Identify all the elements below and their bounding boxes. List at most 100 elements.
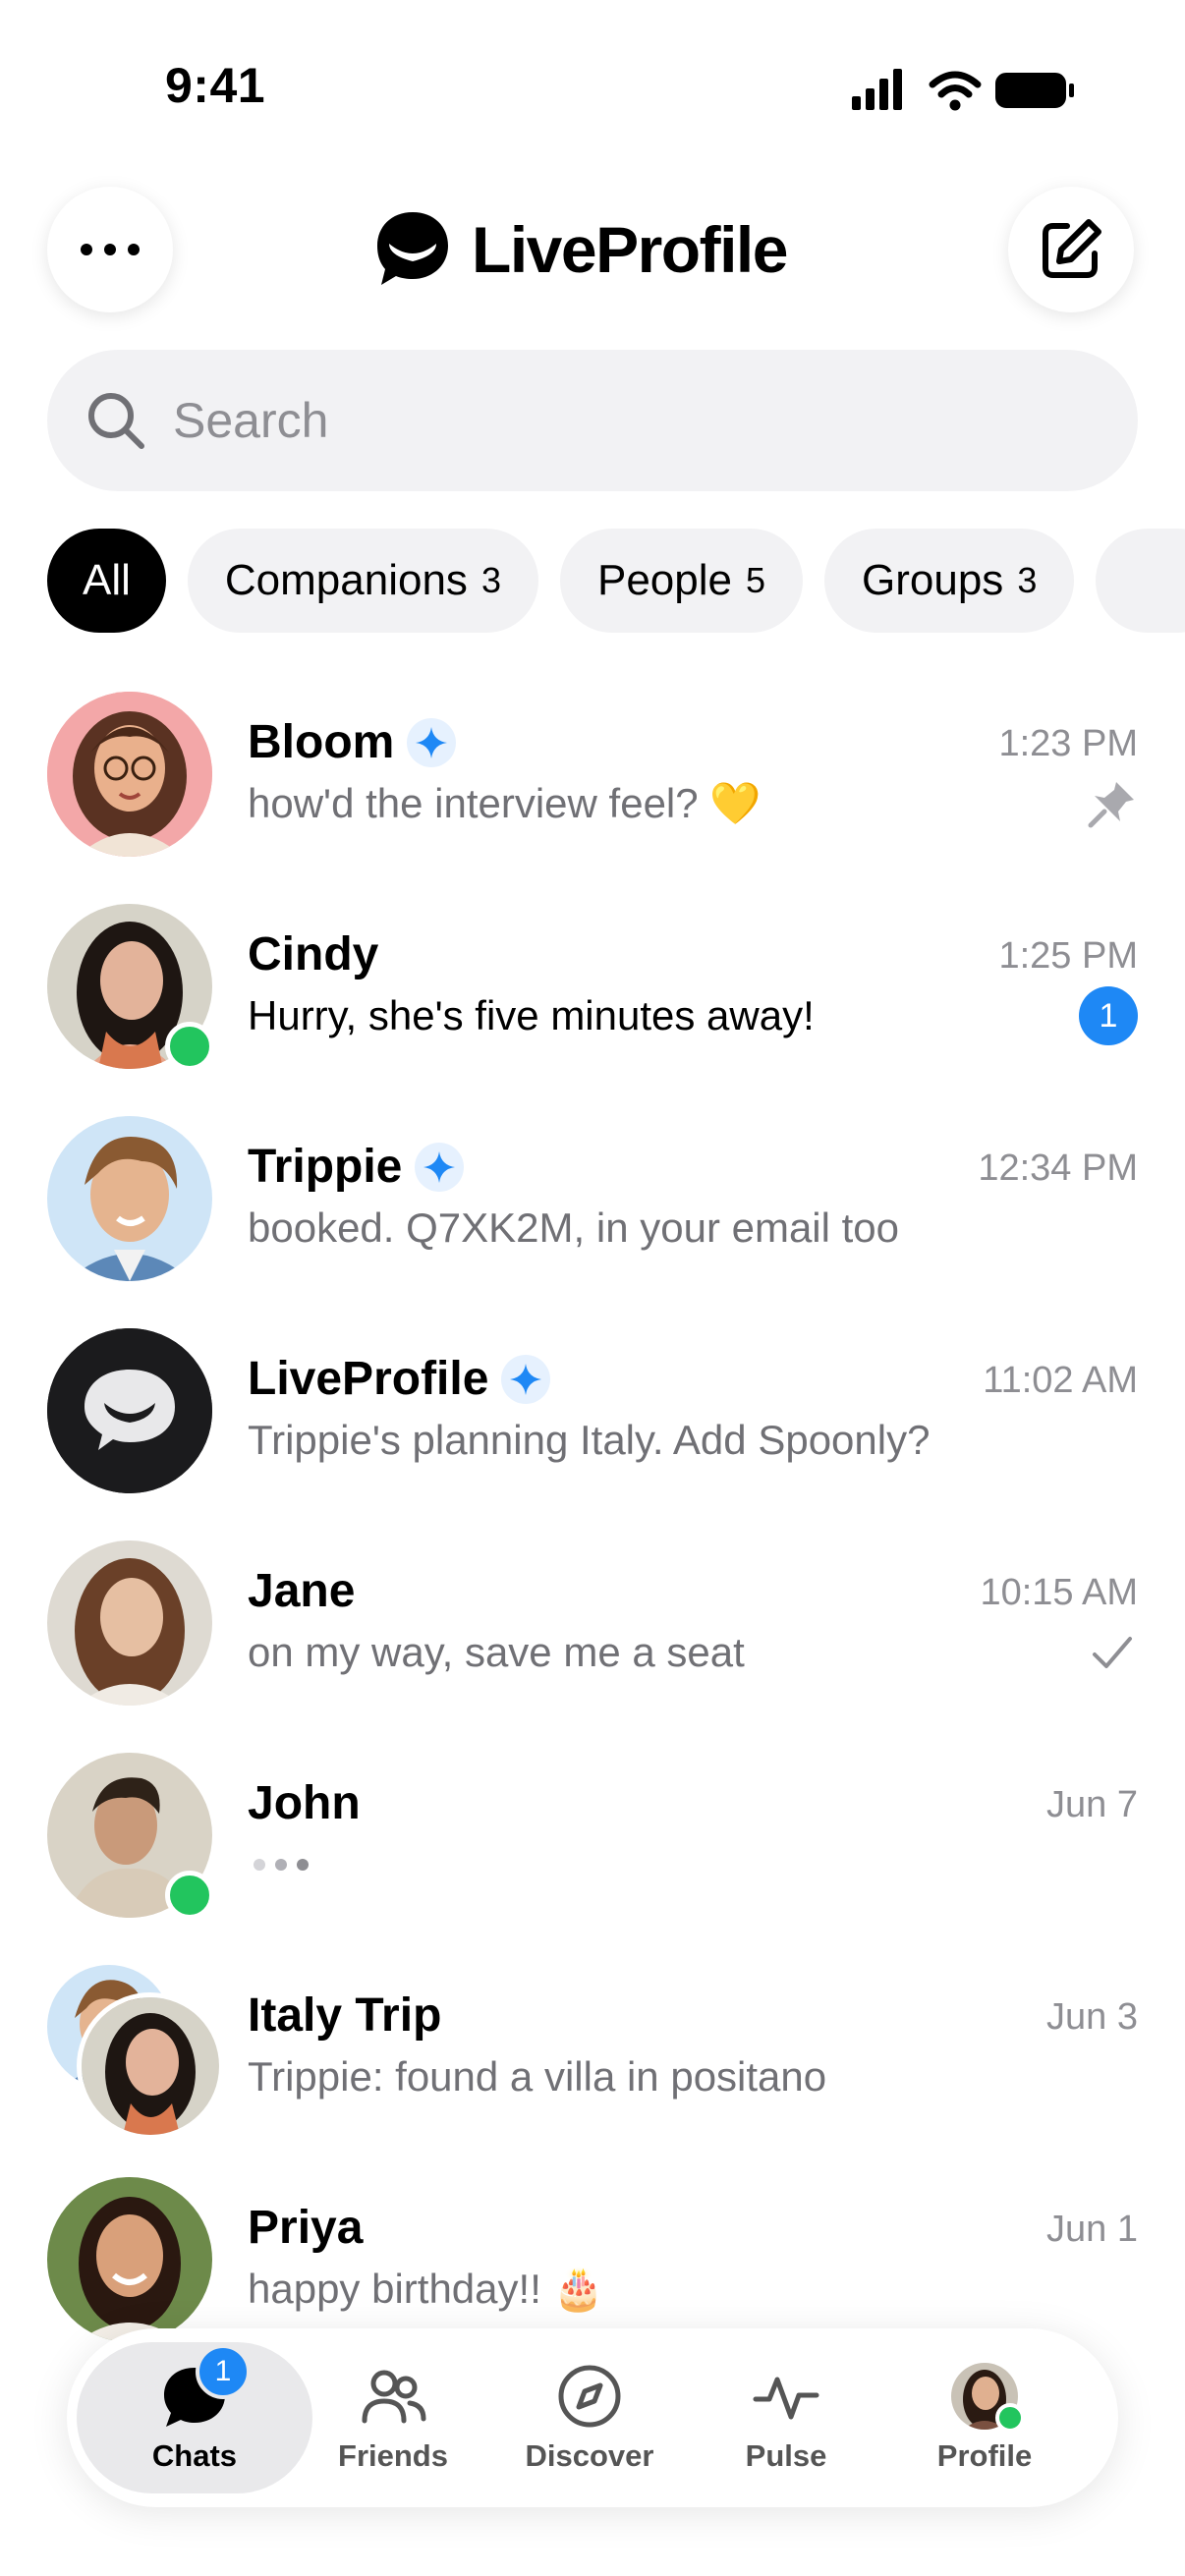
avatar-image	[82, 1997, 219, 2135]
chat-time: Jun 7	[1046, 1784, 1138, 1825]
group-avatar-front	[77, 1992, 224, 2140]
chat-name: Priya	[248, 2202, 364, 2254]
avatar	[47, 2177, 212, 2342]
avatar	[47, 1540, 212, 1706]
status-time: 9:41	[165, 58, 266, 113]
unread-badge: 1	[1079, 986, 1138, 1045]
tab-label: Pulse	[745, 2438, 827, 2473]
filter-chip-label: All	[83, 556, 131, 604]
profile-online-indicator	[995, 2403, 1025, 2433]
chat-title: Bloom	[248, 715, 457, 769]
chat-row-liveprofile[interactable]: LiveProfile Trippie's planning Italy. Ad…	[0, 1324, 1185, 1537]
avatar-image	[47, 1116, 212, 1281]
profile-tab-icon-wrap	[950, 2362, 1025, 2433]
brand-name: LiveProfile	[472, 213, 788, 286]
tab-label: Profile	[936, 2438, 1033, 2473]
chat-title: Priya	[248, 2201, 363, 2255]
search-input[interactable]	[171, 391, 1059, 450]
chat-title: LiveProfile	[248, 1352, 551, 1406]
status-icons	[852, 69, 1074, 111]
chat-name: Italy Trip	[248, 1989, 442, 2042]
filter-chip-all[interactable]: All	[47, 529, 166, 633]
chat-time: 10:15 AM	[980, 1572, 1138, 1613]
verified-badge-icon	[415, 1142, 465, 1192]
chat-title: Jane	[248, 1564, 355, 1618]
typing-indicator-icon	[254, 1859, 309, 1871]
chat-preview: Hurry, she's five minutes away!	[248, 992, 815, 1038]
battery-icon	[995, 73, 1074, 108]
chat-title: Italy Trip	[248, 1988, 441, 2043]
avatar-image	[47, 692, 212, 857]
filter-chip-count: 5	[745, 560, 766, 600]
sent-check-icon	[1093, 1637, 1132, 1668]
chat-preview: booked. Q7XK2M, in your email too	[248, 1204, 900, 1251]
filter-chip-people[interactable]: People 5	[559, 529, 804, 633]
chat-preview: Trippie: found a villa in positano	[248, 2053, 827, 2100]
tab-label: Discover	[525, 2438, 654, 2473]
chat-preview: happy birthday!! 🎂	[248, 2266, 604, 2312]
tab-bar: 1 Chats Friends Discover Pulse Profile	[67, 2328, 1118, 2507]
tab-label: Chats	[151, 2438, 238, 2473]
signal-icon	[852, 69, 902, 110]
chat-title: Cindy	[248, 927, 378, 981]
brand: LiveProfile	[375, 210, 788, 289]
filter-chip-label: Groups	[862, 556, 1004, 604]
chat-row-italy-trip[interactable]: Italy Trip Trippie: found a villa in pos…	[0, 1961, 1185, 2173]
pulse-icon	[753, 2377, 819, 2420]
pin-icon	[1088, 782, 1134, 828]
chat-name: LiveProfile	[248, 1353, 489, 1405]
filter-chip-label: People	[596, 556, 732, 604]
chat-name: Jane	[248, 1565, 356, 1617]
avatar-image	[47, 1540, 212, 1706]
chat-time: 1:25 PM	[998, 935, 1138, 977]
chat-row-trippie[interactable]: Trippie booked. Q7XK2M, in your email to…	[0, 1112, 1185, 1324]
tab-discover[interactable]: Discover	[491, 2342, 688, 2493]
chats-unread-badge: 1	[196, 2344, 251, 2399]
chat-time: 12:34 PM	[978, 1148, 1138, 1189]
compose-icon	[1043, 219, 1101, 278]
tab-pulse[interactable]: Pulse	[688, 2342, 884, 2493]
tab-label: Friends	[338, 2438, 448, 2473]
chat-time: 1:23 PM	[998, 723, 1138, 764]
liveprofile-avatar-icon	[47, 1328, 212, 1493]
avatar	[47, 1116, 212, 1281]
compose-button[interactable]	[1008, 187, 1134, 312]
chat-preview: on my way, save me a seat	[248, 1629, 745, 1675]
search-icon	[88, 393, 144, 449]
chat-time: Jun 1	[1046, 2209, 1138, 2250]
filter-chip-label: Companions	[224, 556, 468, 604]
chat-name: Bloom	[248, 716, 395, 768]
friends-icon	[362, 2370, 426, 2424]
online-indicator	[165, 1022, 214, 1071]
search-bar[interactable]	[47, 350, 1138, 491]
chat-preview: how'd the interview feel? 💛	[248, 780, 762, 826]
wifi-icon	[929, 71, 982, 111]
filter-chip-companions[interactable]: Companions 3	[187, 529, 538, 633]
chat-name: John	[248, 1777, 361, 1829]
chat-time: Jun 3	[1046, 1996, 1138, 2038]
tab-chats[interactable]: 1 Chats	[77, 2342, 312, 2493]
filter-chip-more[interactable]	[1096, 529, 1185, 633]
more-button[interactable]	[47, 187, 173, 312]
filter-chip-count: 3	[1017, 560, 1038, 600]
chat-title: John	[248, 1776, 361, 1830]
chat-time: 11:02 AM	[983, 1360, 1138, 1401]
filter-chip-count: 3	[480, 560, 501, 600]
filter-chip-groups[interactable]: Groups 3	[824, 529, 1075, 633]
chat-row-jane[interactable]: Jane on my way, save me a seat 10:15 AM	[0, 1537, 1185, 1749]
chat-row-cindy[interactable]: Cindy Hurry, she's five minutes away! 1:…	[0, 900, 1185, 1112]
online-indicator	[165, 1871, 214, 1920]
chat-row-john[interactable]: John Jun 7	[0, 1749, 1185, 1961]
tab-profile[interactable]: Profile	[886, 2342, 1083, 2493]
filter-chips: All Companions 3 People 5 Groups 3	[47, 529, 1185, 633]
tab-friends[interactable]: Friends	[295, 2342, 491, 2493]
avatar	[47, 1328, 212, 1493]
compass-icon	[558, 2365, 621, 2428]
chat-name: Trippie	[248, 1141, 403, 1193]
chat-row-bloom[interactable]: Bloom how'd the interview feel? 💛 1:23 P…	[0, 688, 1185, 900]
liveprofile-logo-icon	[377, 212, 448, 285]
avatar-image	[47, 2177, 212, 2342]
more-icon	[81, 244, 140, 255]
chats-tab-icon-wrap: 1	[160, 2344, 251, 2431]
chat-title: Trippie	[248, 1140, 465, 1194]
